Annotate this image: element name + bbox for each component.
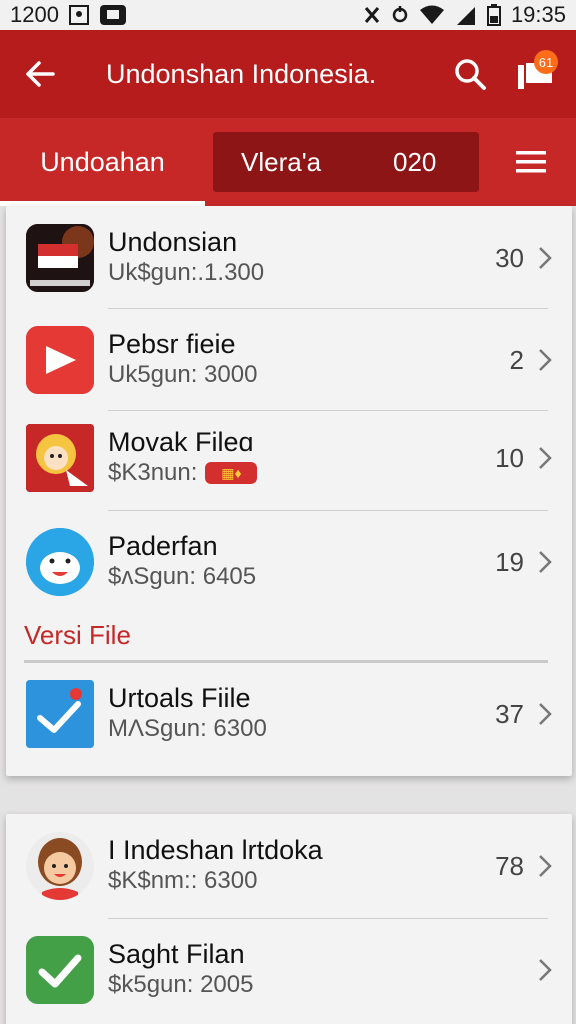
- status-time-right: 19:35: [510, 2, 566, 27]
- item-title: Saght Filan: [108, 939, 245, 969]
- tab-undoahan[interactable]: Undoahan: [0, 118, 205, 206]
- list-item[interactable]: Movak Fileɑ $K3nun: ▦♦ 10: [6, 408, 572, 508]
- check-location-icon: [26, 680, 94, 748]
- wifi-icon: [419, 5, 445, 25]
- list-item[interactable]: Pebsr fieie Uk5gun: 3000 2: [6, 310, 572, 410]
- notification-button[interactable]: 61: [500, 30, 570, 118]
- divider: [108, 308, 548, 309]
- item-subtitle: $K$nm:: 6300: [108, 867, 258, 894]
- item-title: Urtoals Fiile: [108, 683, 251, 713]
- battery-icon: [486, 4, 501, 26]
- tab-bar: Undoahan Vlera'a 020: [0, 118, 576, 206]
- chevron-right-icon: [536, 346, 554, 374]
- play-icon: [26, 326, 94, 394]
- back-arrow-icon: [26, 61, 55, 87]
- search-button[interactable]: [440, 30, 500, 118]
- divider: [108, 510, 548, 511]
- chevron-right-icon: [536, 700, 554, 728]
- item-title: Undonsian: [108, 227, 238, 257]
- chevron-right-icon: [536, 244, 554, 272]
- item-title: Pebsr fieie: [108, 329, 236, 359]
- item-subtitle: Uk$gun:.1.300: [108, 259, 265, 286]
- check-icon: [26, 936, 94, 1004]
- section-divider: [24, 660, 548, 663]
- app-bar: Undonshan Indonesia. 61: [0, 30, 576, 118]
- tab-group: Vlera'a 020: [213, 132, 479, 192]
- hamburger-menu-icon: [516, 151, 546, 173]
- item-count: 37: [495, 698, 524, 729]
- character-icon: [26, 528, 94, 596]
- section-label: Versi File: [24, 620, 131, 650]
- item-subtitle: $K3nun: ▦♦: [108, 458, 258, 488]
- message-notification-icon: [99, 4, 127, 26]
- flag-icon: [26, 224, 94, 292]
- notification-badge: 61: [534, 50, 558, 74]
- file-list-card-secondary: I Indeshan lrtdoka $K$nm:: 6300 78 Saght…: [6, 814, 572, 1024]
- list-item[interactable]: Saght Filan $k5gun: 2005: [6, 920, 572, 1020]
- chevron-right-icon: [536, 444, 554, 472]
- item-count: 30: [495, 242, 524, 273]
- chevron-right-icon: [536, 852, 554, 880]
- chevron-right-icon: [536, 956, 554, 984]
- image-notification-icon: [68, 5, 89, 25]
- list-item[interactable]: Urtoals Fiile MɅSgun: 6300 37: [6, 664, 572, 764]
- page-title: Undonshan Indonesia.: [106, 58, 377, 89]
- tab-versi[interactable]: Vlera'a: [213, 147, 385, 178]
- list-item[interactable]: I Indeshan lrtdoka $K$nm:: 6300 78: [6, 816, 572, 916]
- chevron-right-icon: [536, 548, 554, 576]
- list-item[interactable]: Paderfan $ʌSgun: 6405 19: [6, 512, 572, 612]
- mute-icon: [363, 4, 381, 26]
- menu-button[interactable]: [486, 118, 576, 206]
- cartoon-icon: [26, 424, 94, 492]
- item-subtitle: Uk5gun: 3000: [108, 361, 258, 388]
- status-time-left: 1200: [10, 2, 59, 27]
- status-bar: 1200 19:35: [0, 0, 576, 30]
- tab-count[interactable]: 020: [385, 147, 436, 178]
- item-count: 78: [495, 850, 524, 881]
- gift-badge-icon: ▦♦: [205, 462, 258, 484]
- item-count: 19: [495, 546, 524, 577]
- signal-icon: [455, 5, 477, 25]
- back-button[interactable]: [0, 30, 80, 118]
- sync-icon: [391, 4, 409, 26]
- item-subtitle: $ʌSgun: 6405: [108, 563, 257, 590]
- divider: [108, 918, 548, 919]
- avatar-icon: [26, 832, 94, 900]
- item-count: 10: [495, 442, 524, 473]
- search-icon: [455, 59, 486, 90]
- item-subtitle: MɅSgun: 6300: [108, 715, 267, 742]
- item-title: I Indeshan lrtdoka: [108, 835, 323, 865]
- item-title: Movak Fileɑ: [108, 427, 254, 457]
- item-title: Paderfan: [108, 531, 218, 561]
- item-count: 2: [509, 344, 524, 375]
- file-list-card: Undonsian Uk$gun:.1.300 30 Pebsr fieie U…: [6, 206, 572, 776]
- list-item[interactable]: Undonsian Uk$gun:.1.300 30: [6, 208, 572, 308]
- item-subtitle: $k5gun: 2005: [108, 971, 254, 998]
